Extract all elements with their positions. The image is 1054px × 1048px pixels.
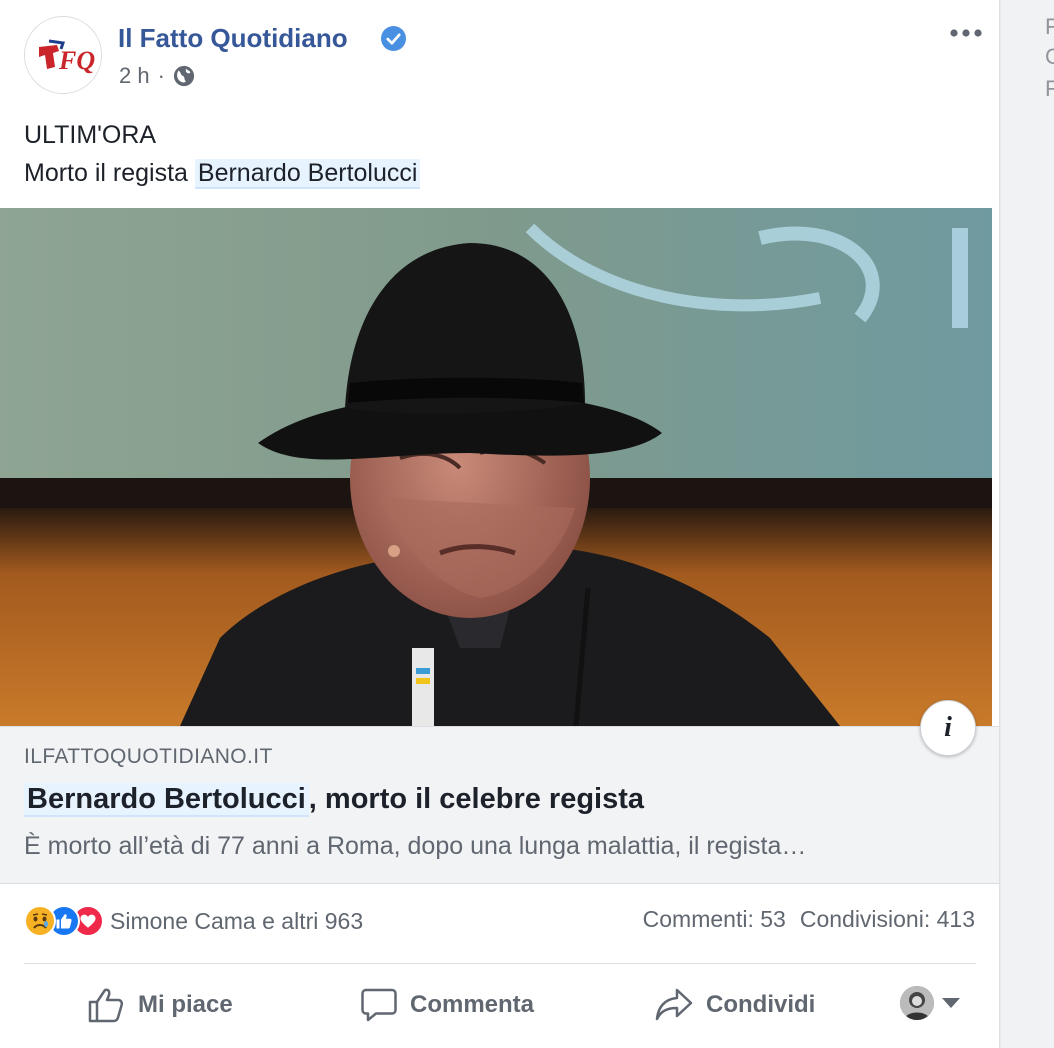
info-icon[interactable]: i bbox=[920, 700, 976, 756]
thumbs-up-icon bbox=[88, 988, 124, 1023]
post-text-line1: ULTIM'ORA bbox=[24, 121, 157, 149]
link-title[interactable]: Bernardo Bertolucci, morto il celebre re… bbox=[24, 779, 644, 819]
comment-icon bbox=[361, 988, 397, 1022]
right-column: F C F bbox=[1001, 0, 1054, 1048]
post-text: ULTIM'ORA Morto il regista Bernardo Bert… bbox=[24, 116, 421, 192]
comment-label: Commenta bbox=[410, 991, 535, 1018]
right-column-letter: C bbox=[1045, 44, 1054, 69]
sad-reaction-icon bbox=[24, 905, 56, 937]
post-meta: 2 h · bbox=[119, 62, 195, 90]
like-label: Mi piace bbox=[138, 991, 233, 1018]
logo-letters: FQ bbox=[58, 46, 95, 75]
verified-badge-icon bbox=[381, 26, 406, 51]
more-options-icon[interactable] bbox=[945, 18, 987, 48]
post-as-selector[interactable] bbox=[900, 986, 960, 1020]
reaction-text[interactable]: Simone Cama e altri 963 bbox=[110, 908, 363, 935]
article-photo[interactable] bbox=[0, 208, 992, 726]
page-name[interactable]: Il Fatto Quotidiano bbox=[118, 22, 348, 54]
link-preview[interactable]: ILFATTOQUOTIDIANO.IT Bernardo Bertolucci… bbox=[0, 726, 999, 884]
share-icon bbox=[655, 988, 693, 1021]
mention-link[interactable]: Bernardo Bertolucci bbox=[194, 159, 421, 189]
post-timestamp[interactable]: 2 h bbox=[119, 62, 150, 90]
comment-button[interactable]: Commenta bbox=[360, 982, 534, 1028]
share-count[interactable]: Condivisioni: 413 bbox=[800, 906, 975, 933]
caret-down-icon bbox=[942, 998, 960, 1008]
action-divider bbox=[24, 963, 976, 964]
share-label: Condividi bbox=[706, 991, 816, 1018]
reaction-summary[interactable]: Simone Cama e altri 963 bbox=[24, 904, 363, 938]
like-button[interactable]: Mi piace bbox=[86, 982, 233, 1028]
meta-separator: · bbox=[157, 63, 165, 88]
post-text-line2: Morto il regista Bernardo Bertolucci bbox=[24, 154, 421, 192]
right-column-letter: F bbox=[1045, 14, 1054, 39]
viewer-avatar bbox=[900, 986, 934, 1020]
right-column-letter: F bbox=[1045, 76, 1054, 101]
engagement-counts: Commenti: 53 Condivisioni: 413 bbox=[643, 906, 975, 933]
comment-count[interactable]: Commenti: 53 bbox=[643, 906, 786, 933]
link-title-highlight[interactable]: Bernardo Bertolucci bbox=[24, 783, 309, 817]
globe-icon[interactable] bbox=[173, 65, 195, 87]
link-domain: ILFATTOQUOTIDIANO.IT bbox=[24, 745, 273, 768]
link-title-rest: , morto il celebre regista bbox=[308, 783, 645, 815]
share-button[interactable]: Condividi bbox=[654, 982, 815, 1028]
post-card: FQ Il Fatto Quotidiano 2 h · ULTIM'ORA M… bbox=[0, 0, 1000, 1048]
page-avatar[interactable]: FQ bbox=[24, 16, 102, 94]
post-text-prefix: Morto il regista bbox=[24, 159, 195, 187]
link-description: È morto all’età di 77 anni a Roma, dopo … bbox=[24, 832, 807, 860]
